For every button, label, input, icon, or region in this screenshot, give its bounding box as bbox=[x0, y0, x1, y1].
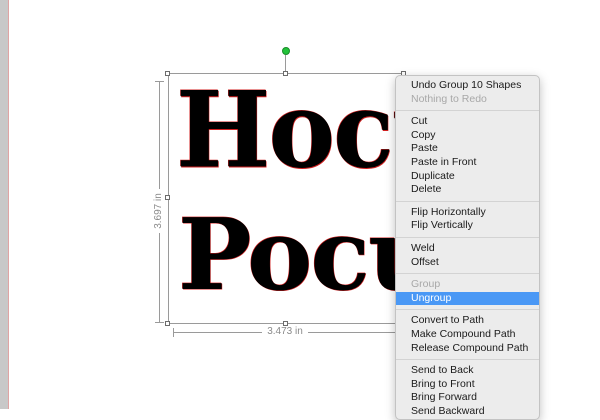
resize-handle-top-center[interactable] bbox=[283, 71, 288, 76]
menu-item-send-to-back[interactable]: Send to Back bbox=[396, 364, 539, 378]
menu-item-release-compound-path[interactable]: Release Compound Path bbox=[396, 342, 539, 356]
menu-item-redo: Nothing to Redo bbox=[411, 92, 487, 105]
menu-separator bbox=[396, 200, 539, 202]
menu-item-bring-to-front[interactable]: Bring to Front bbox=[396, 378, 539, 392]
menu-separator bbox=[396, 359, 539, 361]
resize-handle-middle-left[interactable] bbox=[165, 195, 170, 200]
width-dimension-cap-left bbox=[173, 328, 174, 337]
resize-handle-top-left[interactable] bbox=[165, 71, 170, 76]
menu-item-send-backward[interactable]: Send Backward bbox=[396, 405, 539, 419]
menu-item-weld[interactable]: Weld bbox=[396, 242, 539, 256]
menu-separator bbox=[396, 309, 539, 311]
menu-item-paste[interactable]: Paste bbox=[396, 142, 539, 156]
menu-item-duplicate[interactable]: Duplicate bbox=[396, 170, 539, 184]
resize-handle-bottom-left[interactable] bbox=[165, 321, 170, 326]
menu-item-convert-to-path[interactable]: Convert to Path bbox=[396, 314, 539, 328]
height-dimension-cap-top bbox=[155, 81, 164, 82]
menu-item-paste-in-front[interactable]: Paste in Front bbox=[396, 156, 539, 170]
menu-item-undo[interactable]: Undo Group 10 Shapes bbox=[396, 79, 539, 93]
menu-separator bbox=[396, 236, 539, 238]
menu-item-ungroup[interactable]: Ungroup bbox=[396, 291, 539, 306]
height-dimension-label: 3.697 in bbox=[153, 189, 165, 233]
menu-item-bring-forward[interactable]: Bring Forward bbox=[396, 391, 539, 405]
menu-item-offset[interactable]: Offset bbox=[396, 256, 539, 270]
menu-item-flip-vertically[interactable]: Flip Vertically bbox=[396, 219, 539, 233]
menu-item-make-compound-path[interactable]: Make Compound Path bbox=[396, 328, 539, 342]
rotate-handle[interactable] bbox=[282, 47, 290, 55]
menu-item-copy[interactable]: Copy bbox=[396, 129, 539, 143]
menu-item-cut[interactable]: Cut bbox=[396, 115, 539, 129]
context-menu: Undo Group 10 Shapes Nothing to Redo Cut… bbox=[395, 75, 540, 420]
menu-separator bbox=[396, 273, 539, 275]
menu-separator bbox=[396, 110, 539, 112]
menu-item-flip-horizontally[interactable]: Flip Horizontally bbox=[396, 206, 539, 220]
width-dimension-label: 3.473 in bbox=[262, 326, 308, 338]
rotate-handle-stem bbox=[285, 55, 286, 71]
menu-item-group: Group bbox=[411, 278, 441, 291]
height-dimension-cap-bottom bbox=[155, 322, 164, 323]
menu-item-delete[interactable]: Delete bbox=[396, 183, 539, 197]
